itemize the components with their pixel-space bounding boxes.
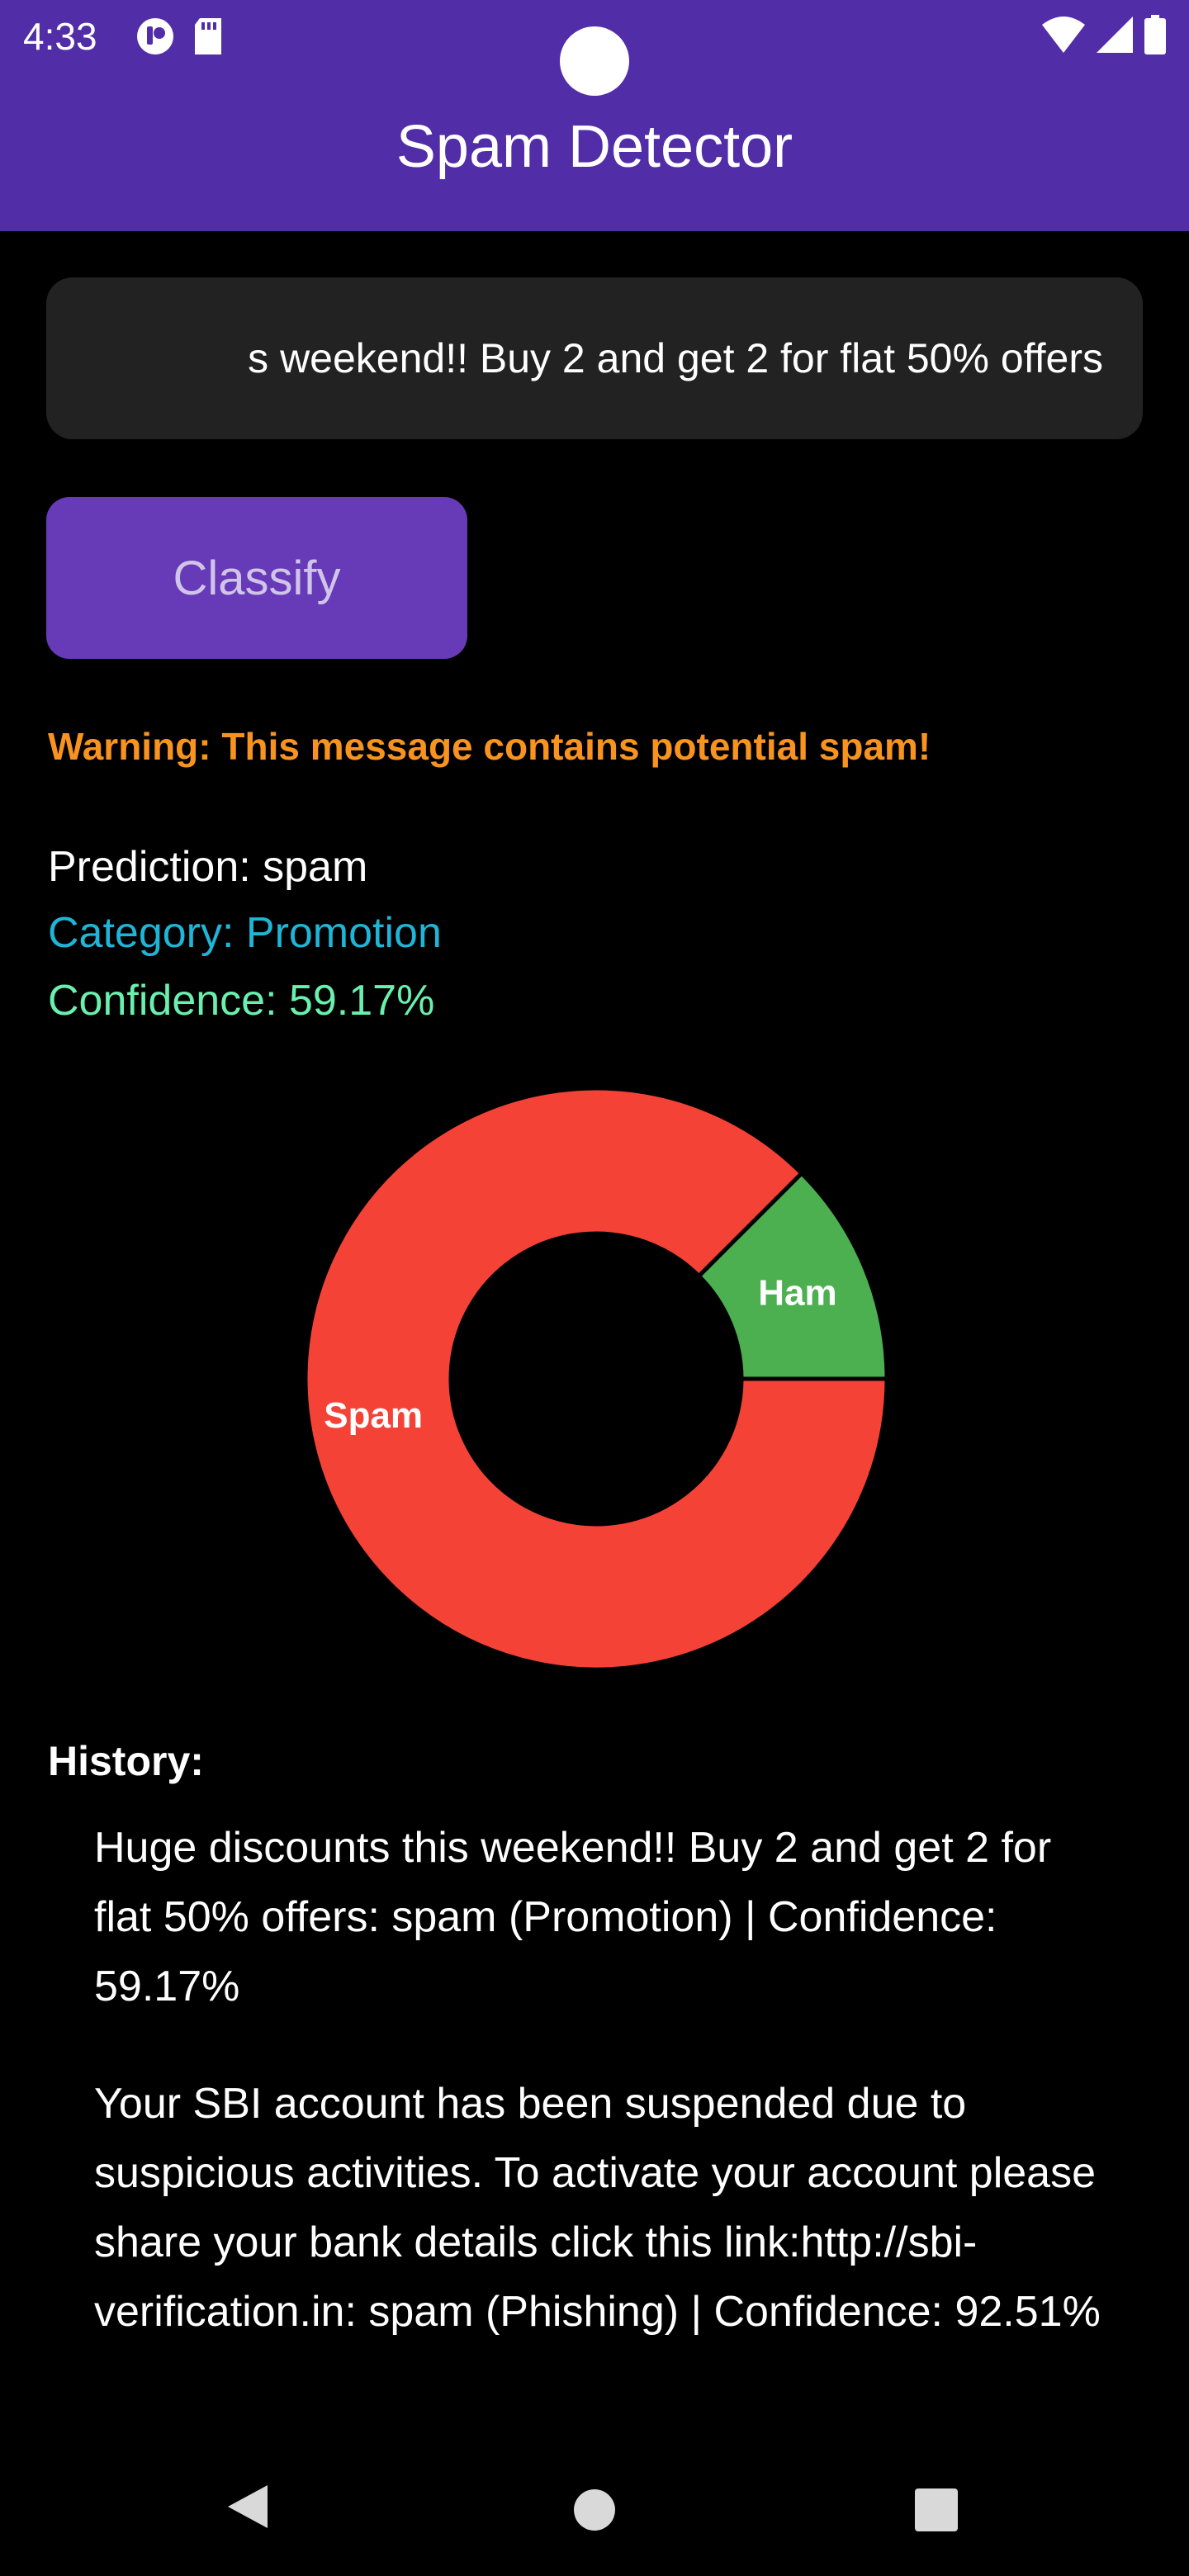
back-icon[interactable]	[225, 2482, 271, 2536]
cell-signal-icon	[1097, 17, 1133, 57]
spam-warning-text: Warning: This message contains potential…	[48, 725, 931, 768]
history-item: Huge discounts this weekend!! Buy 2 and …	[94, 1824, 1052, 2010]
category-text: Category: Promotion	[48, 909, 442, 957]
message-input[interactable]	[46, 277, 1143, 439]
classify-button[interactable]: Classify	[46, 497, 467, 659]
status-right-icons	[1042, 15, 1166, 59]
page-title: Spam Detector	[396, 114, 793, 180]
donut-label-spam: Spam	[324, 1395, 423, 1436]
wifi-icon	[1042, 17, 1085, 57]
history-item: Your SBI account has been suspended due …	[94, 2080, 1101, 2336]
history-list[interactable]: Huge discounts this weekend!! Buy 2 and …	[94, 1813, 1110, 2388]
prediction-text: Prediction: spam	[48, 843, 368, 891]
recents-icon[interactable]	[915, 2488, 958, 2536]
donut-chart-svg: Spam Ham	[306, 1088, 887, 1669]
camera-cutout	[560, 26, 629, 96]
history-heading: History:	[48, 1738, 204, 1784]
app-notification-icon	[135, 17, 175, 60]
home-icon[interactable]	[573, 2488, 616, 2536]
spam-ham-donut-chart: Spam Ham	[306, 1088, 887, 1669]
battery-icon	[1144, 15, 1166, 59]
sd-card-icon	[193, 18, 223, 59]
status-time: 4:33	[23, 15, 97, 58]
confidence-text: Confidence: 59.17%	[48, 977, 435, 1025]
navigation-bar	[0, 2444, 1189, 2576]
status-left-icons	[135, 17, 223, 60]
donut-label-ham: Ham	[758, 1273, 836, 1314]
app-bar: 4:33 Spam Detector	[0, 0, 1189, 231]
